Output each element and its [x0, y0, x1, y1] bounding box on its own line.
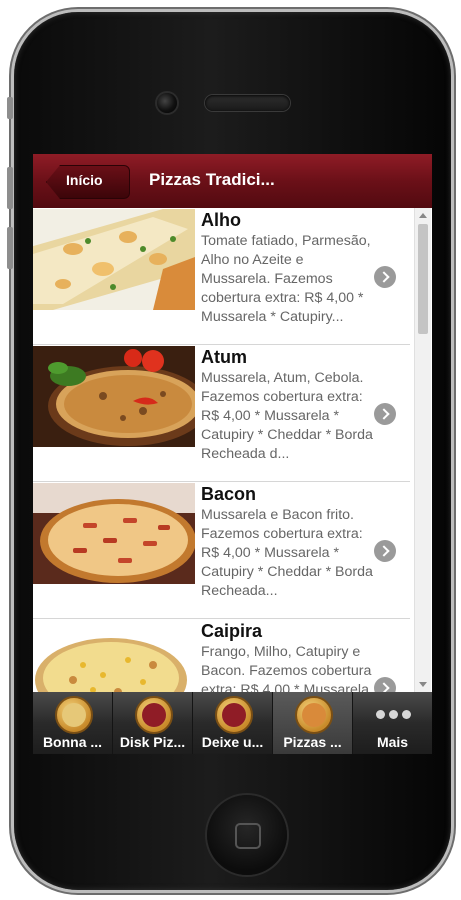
item-title: Caipira	[201, 621, 263, 641]
chevron-right-icon	[374, 266, 396, 288]
item-title: Bacon	[201, 484, 257, 504]
navigation-bar: Início Pizzas Tradici...	[33, 154, 432, 208]
tab-mais[interactable]: Mais	[353, 692, 432, 754]
list-scrollbar[interactable]	[414, 208, 431, 692]
tab-label: Bonna ...	[42, 734, 103, 750]
tab-bonna[interactable]: Bonna ...	[33, 692, 113, 754]
tab-label: Pizzas ...	[283, 734, 342, 750]
list-item[interactable]: Caipira Frango, Milho, Catupiry e Bacon.…	[33, 619, 410, 692]
earpiece-speaker	[205, 95, 290, 111]
item-description: Tomate fatiado, Parmesão, Alho no Azeite…	[201, 233, 371, 325]
chevron-right-icon	[374, 540, 396, 562]
pizza-list[interactable]: Alho Tomate fatiado, Parmesão, Alho no A…	[33, 208, 432, 692]
list-item[interactable]: Atum Mussarela, Atum, Cebola. Fazemos co…	[33, 345, 410, 482]
mute-switch	[7, 97, 13, 119]
tab-label: Disk Piz...	[119, 734, 186, 750]
page-title: Pizzas Tradici...	[149, 170, 275, 189]
pizza-caipira-image	[33, 620, 195, 692]
volume-up-button	[7, 167, 13, 209]
restaurant-logo-icon	[55, 696, 93, 734]
scroll-up-arrow-icon[interactable]	[419, 213, 427, 218]
tab-label: Mais	[376, 734, 409, 750]
more-dots-icon	[376, 710, 412, 720]
back-button[interactable]: Início	[46, 165, 130, 199]
chevron-right-icon	[374, 677, 396, 692]
scroll-down-arrow-icon[interactable]	[419, 682, 427, 687]
pizza-bacon-image	[33, 483, 195, 584]
app-screen: Início Pizzas Tradici... Alho Tomate fat…	[33, 154, 432, 754]
tab-label: Deixe u...	[201, 734, 264, 750]
back-button-label: Início	[66, 172, 103, 188]
list-item[interactable]: Alho Tomate fatiado, Parmesão, Alho no A…	[33, 208, 410, 345]
home-button[interactable]	[207, 795, 287, 875]
chevron-right-icon	[374, 403, 396, 425]
tab-pizzas[interactable]: Pizzas ...	[273, 692, 353, 754]
scrollbar-thumb[interactable]	[418, 224, 428, 334]
tab-disk-pizza[interactable]: Disk Piz...	[113, 692, 193, 754]
pizza-alho-image	[33, 209, 195, 310]
chef-icon	[135, 696, 173, 734]
tab-deixe-mensagem[interactable]: Deixe u...	[193, 692, 273, 754]
item-title: Alho	[201, 210, 241, 230]
list-item[interactable]: Bacon Mussarela e Bacon frito. Fazemos c…	[33, 482, 410, 619]
front-camera	[157, 93, 177, 113]
item-title: Atum	[201, 347, 247, 367]
pizza-slice-icon	[295, 696, 333, 734]
item-description: Frango, Milho, Catupiry e Bacon. Fazemos…	[201, 644, 372, 692]
item-description: Mussarela, Atum, Cebola. Fazemos cobertu…	[201, 370, 373, 462]
tab-bar: Bonna ... Disk Piz... Deixe u... Pizzas …	[33, 692, 432, 754]
item-description: Mussarela e Bacon frito. Fazemos cobertu…	[201, 507, 373, 599]
volume-down-button	[7, 227, 13, 269]
message-icon	[215, 696, 253, 734]
pizza-atum-image	[33, 346, 195, 447]
